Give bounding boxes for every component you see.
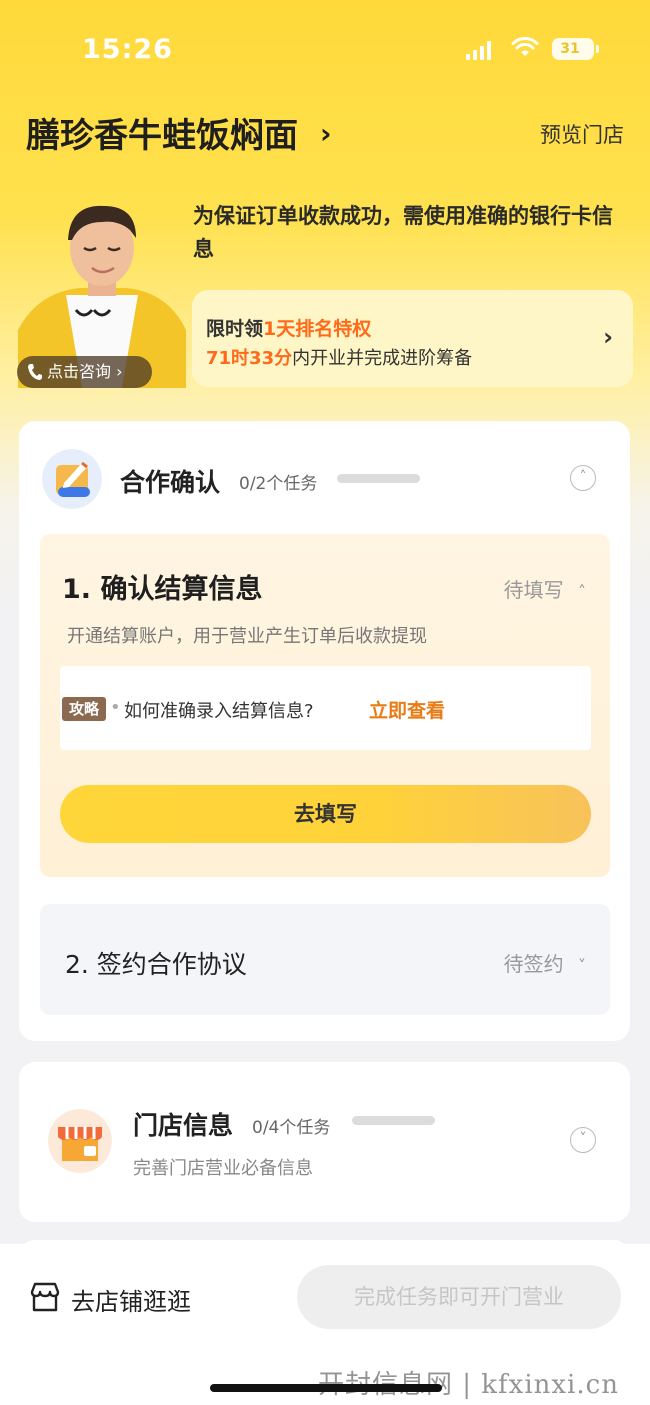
contract-pen-icon (42, 449, 102, 509)
promo-line-1: 限时领1天排名特权 (206, 318, 372, 340)
section-title: 合作确认 (120, 468, 221, 497)
task-count: 0/4个任务 (252, 1118, 331, 1138)
promo-highlight: 1天排名特权 (263, 318, 372, 340)
consult-label: 点击咨询 › (47, 362, 123, 381)
watermark: 开封信息网 | kfxinxi.cn (318, 1370, 619, 1400)
cooperation-section-card: 合作确认 0/2个任务 ˄ 1. 确认结算信息 待填写 ˄ 开通结算账户，用于营… (19, 421, 630, 1041)
task-title: 1. 确认结算信息 (62, 574, 263, 605)
promo-banner[interactable]: 限时领1天排名特权 71时33分内开业并完成进阶筹备 › (192, 290, 633, 387)
expand-toggle-icon[interactable]: ˅ (570, 1127, 596, 1153)
phone-icon (28, 364, 42, 380)
tip-text: 如何准确录入结算信息? (110, 697, 314, 723)
section-subtitle: 完善门店营业必备信息 (133, 1158, 313, 1179)
wifi-icon (511, 37, 539, 56)
cellular-signal-icon (466, 40, 492, 60)
chevron-down-icon: ˅ (578, 956, 586, 975)
storefront-icon (48, 1109, 112, 1173)
view-now-link[interactable]: 立即查看 (369, 696, 445, 723)
collapse-toggle-icon[interactable]: ˄ (570, 465, 596, 491)
chevron-up-icon: ˄ (578, 582, 586, 601)
shop-icon[interactable] (28, 1280, 62, 1314)
task-progress-bar (352, 1116, 435, 1125)
countdown-timer: 71时33分 (206, 348, 293, 369)
task-description: 开通结算账户，用于营业产生订单后收款提现 (67, 626, 427, 647)
battery-level: 31 (560, 41, 580, 57)
store-info-section-card[interactable]: 门店信息 0/4个任务 完善门店营业必备信息 ˅ (19, 1062, 630, 1222)
status-bar: 15:26 31 (0, 0, 650, 90)
task-status[interactable]: 待填写 ˄ (504, 574, 586, 603)
tip-box: 攻略 如何准确录入结算信息? 立即查看 (60, 666, 591, 750)
fill-in-button[interactable]: 去填写 (60, 785, 591, 843)
status-time: 15:26 (82, 34, 173, 65)
task-title: 2. 签约合作协议 (65, 950, 247, 979)
task-progress-bar (337, 474, 420, 483)
task-count: 0/2个任务 (239, 474, 318, 494)
chevron-right-icon[interactable]: › (320, 117, 332, 150)
chevron-right-icon: › (603, 323, 613, 351)
visit-shop-link[interactable]: 去店铺逛逛 (71, 1282, 191, 1317)
task-sign-agreement[interactable]: 2. 签约合作协议 待签约 ˅ (40, 904, 610, 1015)
store-name[interactable]: 膳珍香牛蛙饭焖面 (26, 108, 298, 157)
bank-info-notice: 为保证订单收款成功，需使用准确的银行卡信息 (193, 204, 613, 261)
section-title: 门店信息 (133, 1111, 234, 1140)
preview-store-link[interactable]: 预览门店 (540, 119, 624, 149)
home-indicator (210, 1384, 442, 1392)
battery-icon: 31 (552, 38, 599, 60)
tip-tag: 攻略 (62, 697, 106, 721)
task-status: 待签约 ˅ (503, 952, 586, 976)
task-settlement-info: 1. 确认结算信息 待填写 ˄ 开通结算账户，用于营业产生订单后收款提现 攻略 … (40, 534, 610, 877)
promo-line-2: 71时33分内开业并完成进阶筹备 (206, 348, 473, 369)
open-store-button[interactable]: 完成任务即可开门营业 (297, 1265, 621, 1329)
bottom-action-bar: 去店铺逛逛 完成任务即可开门营业 开封信息网 | kfxinxi.cn (0, 1244, 650, 1405)
consult-button[interactable]: 点击咨询 › (17, 356, 152, 388)
